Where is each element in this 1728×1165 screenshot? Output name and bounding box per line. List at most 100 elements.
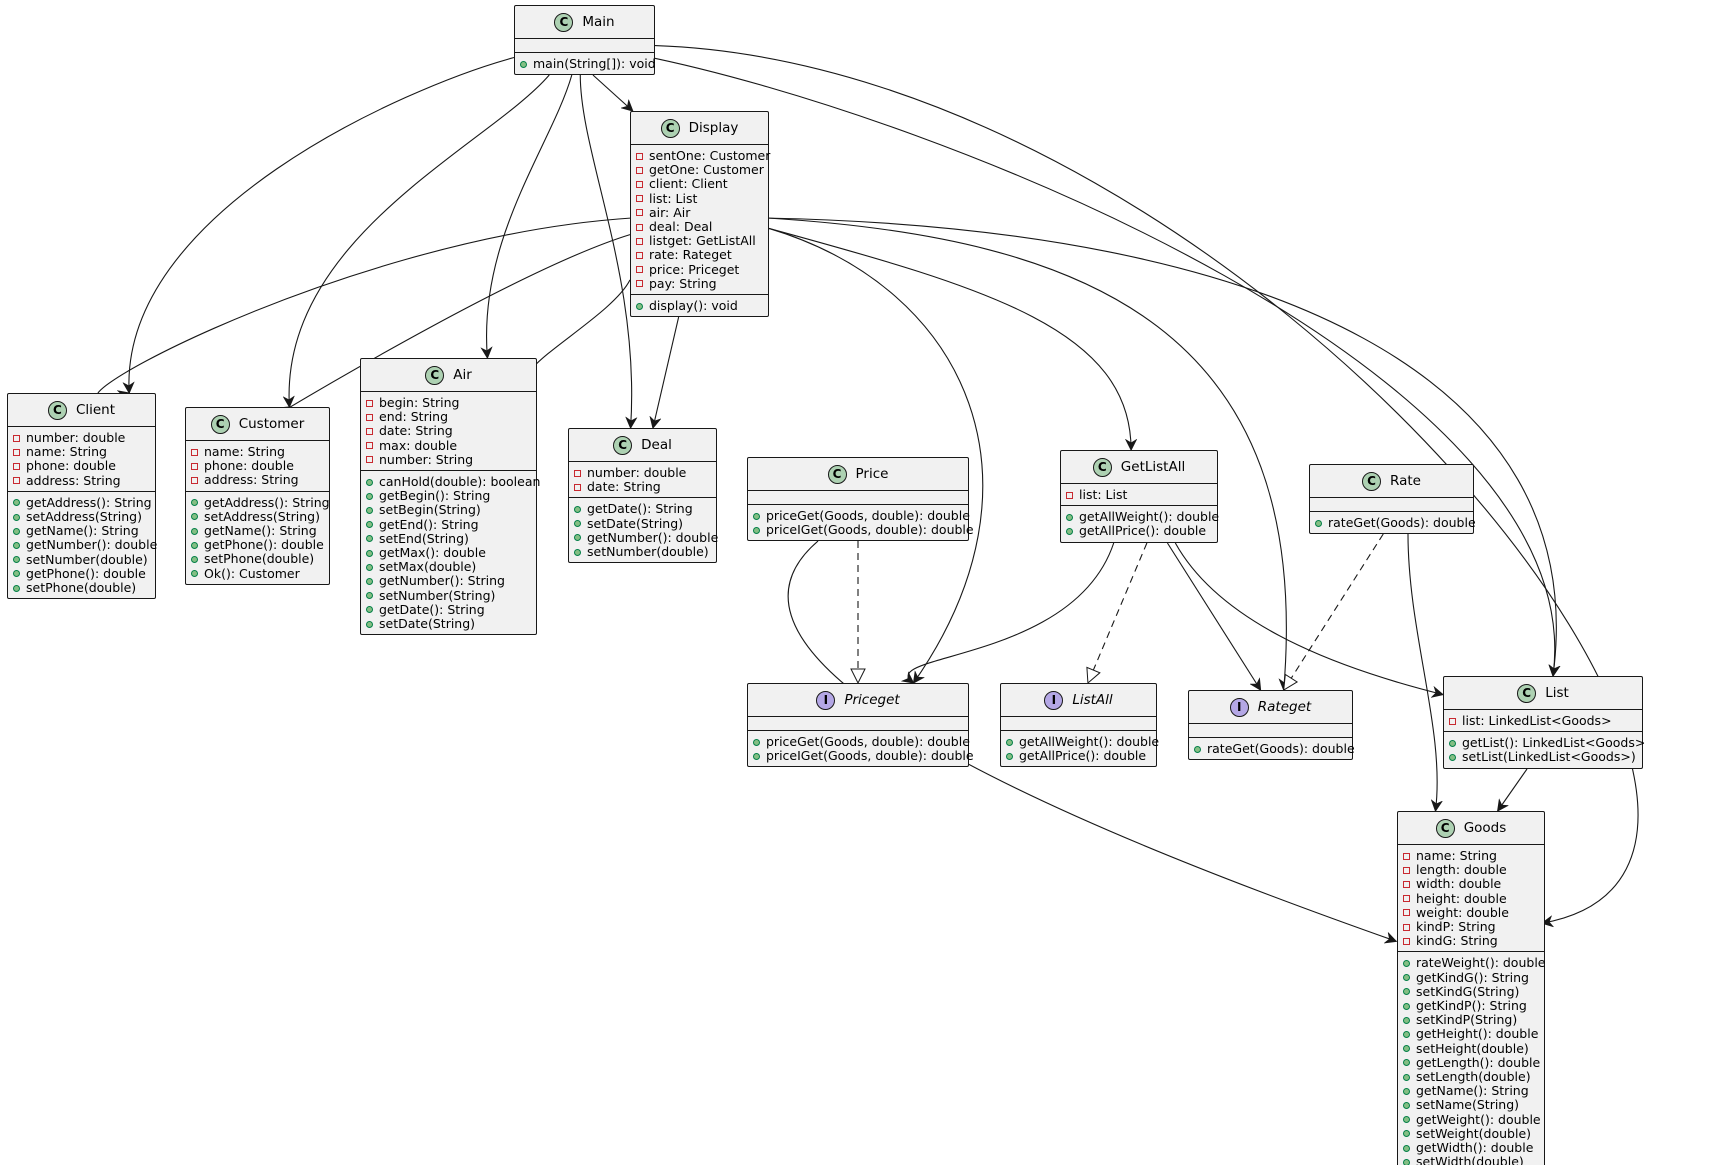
method-row: getWidth(): double xyxy=(1403,1140,1539,1155)
private-icon xyxy=(1403,881,1410,888)
method-text: getMax(): double xyxy=(379,545,486,561)
public-icon xyxy=(191,527,198,535)
method-row: setWidth(double) xyxy=(1403,1155,1539,1165)
method-row: getNumber(): double xyxy=(13,538,157,552)
method-row: getAddress(): String xyxy=(191,495,330,510)
class-rateget[interactable]: I Rateget rateGet(Goods): double xyxy=(1188,690,1355,761)
method-text: getDate(): String xyxy=(379,601,485,617)
class-deal[interactable]: C Deal number: double date: String getDate()… xyxy=(568,428,718,564)
field-row: number: double xyxy=(574,465,711,480)
public-icon xyxy=(13,584,20,592)
method-row: setDate(String) xyxy=(366,616,531,631)
field-row: price: Priceget xyxy=(636,261,763,277)
public-icon xyxy=(191,513,198,521)
public-icon xyxy=(13,542,20,550)
class-name: Customer xyxy=(238,415,305,432)
private-icon xyxy=(191,477,198,484)
class-name: Deal xyxy=(641,436,672,453)
method-text: priceGet(Goods, double): double xyxy=(766,734,970,749)
private-icon xyxy=(1066,491,1073,499)
method-row: getDate(): String xyxy=(574,502,711,516)
class-name: Client xyxy=(75,401,116,418)
method-text: getHeight(): double xyxy=(1416,1026,1539,1042)
field-text: listget: GetListAll xyxy=(649,233,756,249)
method-text: setEnd(String) xyxy=(379,530,469,546)
fields-section xyxy=(1189,723,1352,737)
methods-section: getAddress(): String setAddress(String) ge… xyxy=(8,490,157,598)
class-rate[interactable]: C Rate rateGet(Goods): double xyxy=(1309,464,1476,535)
field-row: date: String xyxy=(574,480,711,494)
class-display[interactable]: C Display sentOne: Customer getOne: Custome… xyxy=(630,111,770,318)
field-row: address: String xyxy=(191,473,324,487)
fields-section xyxy=(515,38,654,52)
field-text: price: Priceget xyxy=(649,261,740,277)
public-icon xyxy=(1403,1016,1410,1024)
method-row: getList(): LinkedList<Goods> xyxy=(1449,736,1645,750)
class-getlistall[interactable]: C GetListAll list: List getAllWeight(): dou… xyxy=(1060,450,1219,543)
field-row: getOne: Customer xyxy=(636,163,764,177)
field-row: list: List xyxy=(636,191,763,206)
method-row: setList(LinkedList<Goods>) xyxy=(1449,750,1637,764)
public-icon xyxy=(366,578,373,586)
private-icon xyxy=(366,413,373,421)
method-row: setAddress(String) xyxy=(191,509,324,524)
field-row: list: List xyxy=(1066,487,1212,502)
class-price[interactable]: C Price priceGet(Goods, double): double pri… xyxy=(747,457,974,542)
field-row: date: String xyxy=(366,424,531,438)
public-icon xyxy=(13,499,20,507)
private-icon xyxy=(636,223,643,231)
public-icon xyxy=(753,526,760,534)
class-name: Price xyxy=(855,465,889,482)
method-row: getAllPrice(): double xyxy=(1006,749,1151,763)
method-text: priceIGet(Goods, double): double xyxy=(766,522,974,538)
class-icon: C xyxy=(1517,683,1537,703)
method-text: getName(): String xyxy=(1416,1083,1529,1099)
public-icon xyxy=(366,535,373,543)
fields-section xyxy=(748,490,968,504)
private-icon xyxy=(1403,937,1410,945)
method-row: setNumber(String) xyxy=(366,588,531,603)
method-row: setAddress(String) xyxy=(13,509,150,524)
method-text: setNumber(double) xyxy=(587,544,709,560)
public-icon xyxy=(366,592,373,600)
field-row: width: double xyxy=(1403,877,1539,891)
field-row: list: LinkedList<Goods> xyxy=(1449,713,1637,728)
class-header: C Rate xyxy=(1310,465,1473,497)
association-main-list xyxy=(640,54,1555,676)
interface-icon: I xyxy=(816,690,836,710)
field-text: number: double xyxy=(26,430,126,445)
class-goods[interactable]: C Goods name: String length: double width: d… xyxy=(1397,811,1545,1165)
public-icon xyxy=(13,556,20,564)
method-text: setPhone(double) xyxy=(26,580,137,596)
method-text: setHeight(double) xyxy=(1416,1040,1529,1056)
class-list[interactable]: C List list: LinkedList<Goods> getList(): L… xyxy=(1443,676,1645,769)
method-row: setNumber(double) xyxy=(574,544,711,560)
class-customer[interactable]: C Customer name: String phone: double addres… xyxy=(185,407,330,585)
field-text: rate: Rateget xyxy=(649,247,732,263)
class-listall[interactable]: I ListAll getAllWeight(): double getAllPric… xyxy=(1000,683,1159,768)
private-icon xyxy=(366,456,373,464)
private-icon xyxy=(636,252,643,260)
field-text: height: double xyxy=(1416,890,1507,906)
method-text: setName(String) xyxy=(1416,1097,1520,1113)
field-row: kindP: String xyxy=(1403,919,1539,935)
class-air[interactable]: C Air begin: String end: String date: String… xyxy=(360,358,540,636)
class-priceget[interactable]: I Priceget priceGet(Goods, double): double… xyxy=(747,683,974,768)
fields-section xyxy=(1001,716,1156,730)
public-icon xyxy=(366,563,373,571)
method-row: getAllWeight(): double xyxy=(1066,510,1219,524)
fields-section: name: String phone: double address: String xyxy=(186,440,329,491)
field-row: end: String xyxy=(366,410,531,424)
class-main[interactable]: C Main main(String[]): void xyxy=(514,5,656,76)
association-main-deal xyxy=(579,74,631,428)
method-text: setKindG(String) xyxy=(1416,983,1520,999)
class-client[interactable]: C Client number: double name: String phone: … xyxy=(7,393,157,600)
public-icon xyxy=(1066,528,1073,535)
private-icon xyxy=(1449,717,1456,725)
public-icon xyxy=(1403,1045,1410,1053)
field-text: kindP: String xyxy=(1416,919,1496,935)
public-icon xyxy=(574,534,581,542)
public-icon xyxy=(1403,974,1410,982)
field-text: date: String xyxy=(379,423,453,439)
method-text: getAllPrice(): double xyxy=(1019,748,1147,764)
